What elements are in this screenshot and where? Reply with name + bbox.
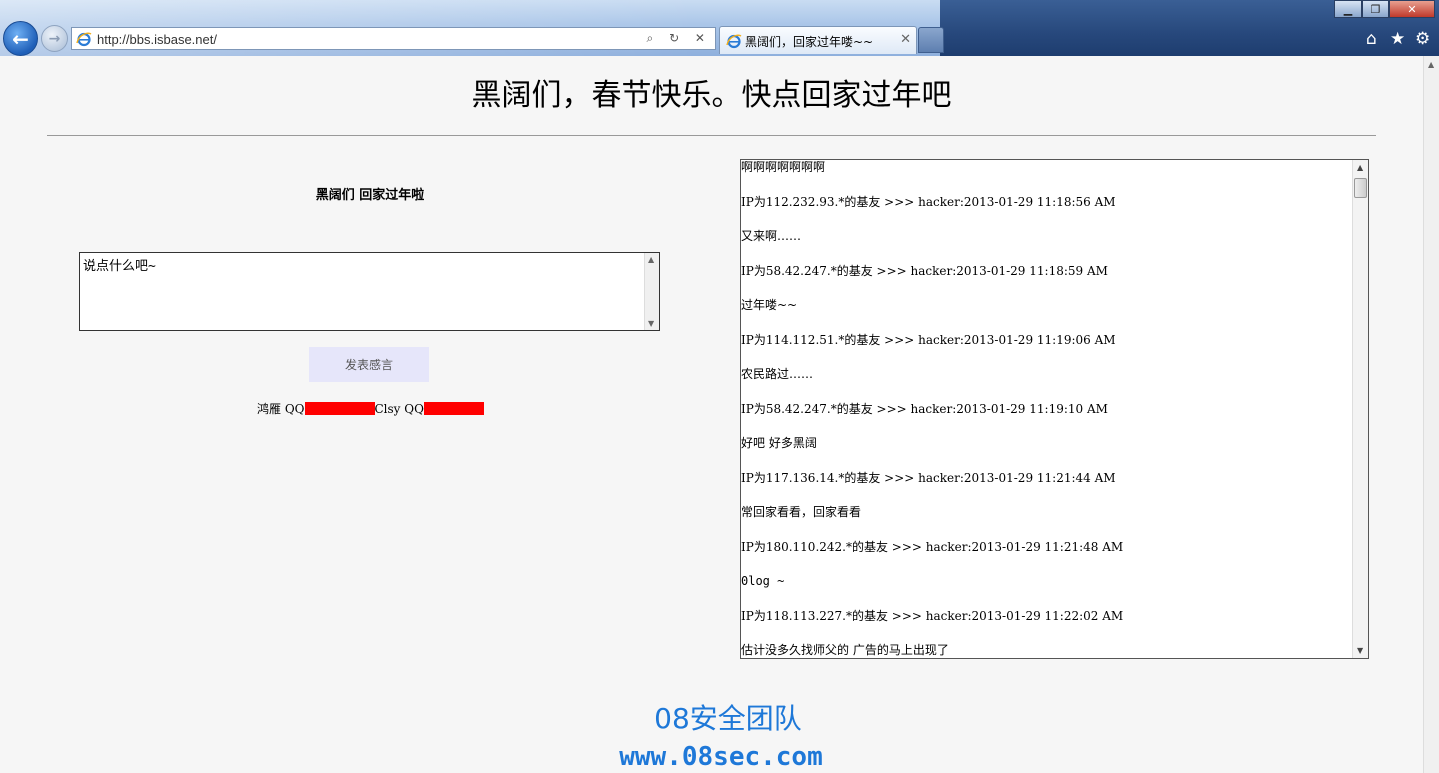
address-tools-icon[interactable]: ⌕ ↻ ✕ [647, 31, 711, 46]
tab-title: 黑阔们，回家过年喽~~ [745, 35, 874, 49]
message-meta: IP为58.42.247.*的基友 >>> hacker:2013-01-29 … [741, 263, 1108, 278]
message-meta: IP为117.136.14.*的基友 >>> hacker:2013-01-29… [741, 470, 1116, 485]
address-text[interactable]: http://bbs.isbase.net/ [97, 32, 217, 47]
message-list-content: 啊啊啊啊啊啊啊 IP为112.232.93.*的基友 >>> hacker:20… [741, 160, 1353, 658]
favorites-star-icon[interactable]: ★ [1390, 29, 1405, 49]
scroll-up-icon[interactable]: ▲ [648, 255, 654, 264]
message-input-scrollbar[interactable]: ▲ ▼ [644, 253, 659, 330]
redacted-qq-1 [304, 402, 375, 415]
home-icon[interactable]: ⌂ [1366, 29, 1377, 49]
scroll-up-icon[interactable]: ▲ [1428, 60, 1434, 69]
message-meta: IP为180.110.242.*的基友 >>> hacker:2013-01-2… [741, 539, 1124, 554]
watermark-url: www.08sec.com [619, 742, 823, 772]
page-title: 黑阔们，春节快乐。快点回家过年吧 [471, 78, 952, 113]
new-tab-button[interactable] [918, 27, 944, 53]
ie-tab-icon [726, 34, 742, 49]
message-text: 常回家看看，回家看看 [741, 505, 862, 519]
tab-active[interactable]: 黑阔们，回家过年喽~~ ✕ [719, 26, 917, 54]
message-meta: IP为58.42.247.*的基友 >>> hacker:2013-01-29 … [741, 401, 1108, 416]
message-list-scrollbar[interactable]: ▲ ▼ [1352, 160, 1368, 658]
forward-arrow-icon: → [48, 30, 61, 47]
scroll-down-icon[interactable]: ▼ [648, 319, 654, 328]
message-text: 又来啊…… [741, 229, 802, 243]
submit-button[interactable]: 发表感言 [309, 347, 429, 382]
back-arrow-icon: ← [12, 26, 29, 51]
message-text: 估计没多久找师父的 广告的马上出现了 [741, 643, 949, 657]
message-text: 0log ~ [741, 574, 785, 588]
message-list[interactable]: 啊啊啊啊啊啊啊 IP为112.232.93.*的基友 >>> hacker:20… [740, 159, 1369, 659]
message-meta: IP为112.232.93.*的基友 >>> hacker:2013-01-29… [741, 194, 1116, 209]
message-text: 好吧 好多黑阔 [741, 436, 817, 450]
contact-prefix: 鸿雁 QQ [257, 402, 305, 416]
tab-close-icon[interactable]: ✕ [900, 32, 911, 47]
gear-icon[interactable]: ⚙ [1415, 29, 1430, 49]
watermark-team: 08安全团队 [654, 702, 802, 735]
scroll-down-icon[interactable]: ▼ [1357, 646, 1363, 655]
forward-button[interactable]: → [41, 25, 68, 52]
message-input[interactable]: 说点什么吧~ [79, 252, 660, 331]
address-bar[interactable]: http://bbs.isbase.net/ ⌕ ↻ ✕ [71, 27, 716, 50]
maximize-icon: ❐ [1370, 2, 1381, 16]
page-scrollbar[interactable]: ▲ [1423, 56, 1439, 773]
minimize-button[interactable]: ▁ [1334, 0, 1362, 18]
message-text: 农民路过…… [741, 367, 814, 381]
close-window-button[interactable]: ✕ [1389, 0, 1435, 18]
contact-line: 鸿雁 QQ Clsy QQ [257, 400, 484, 417]
contact-mid: Clsy QQ [374, 402, 424, 416]
title-divider [47, 135, 1376, 136]
scroll-up-icon[interactable]: ▲ [1357, 163, 1363, 172]
message-text: 过年喽~~ [741, 298, 798, 312]
ie-logo-icon [76, 32, 92, 47]
redacted-qq-2 [423, 402, 484, 415]
message-meta: IP为114.112.51.*的基友 >>> hacker:2013-01-29… [741, 332, 1116, 347]
form-heading: 黑阔们 回家过年啦 [315, 188, 425, 203]
maximize-button[interactable]: ❐ [1362, 0, 1389, 18]
message-text: 啊啊啊啊啊啊啊 [741, 160, 826, 174]
close-icon: ✕ [1407, 2, 1417, 16]
back-button[interactable]: ← [3, 21, 38, 56]
minimize-icon: ▁ [1343, 2, 1353, 16]
message-meta: IP为118.113.227.*的基友 >>> hacker:2013-01-2… [741, 608, 1124, 623]
scroll-thumb[interactable] [1354, 178, 1367, 198]
